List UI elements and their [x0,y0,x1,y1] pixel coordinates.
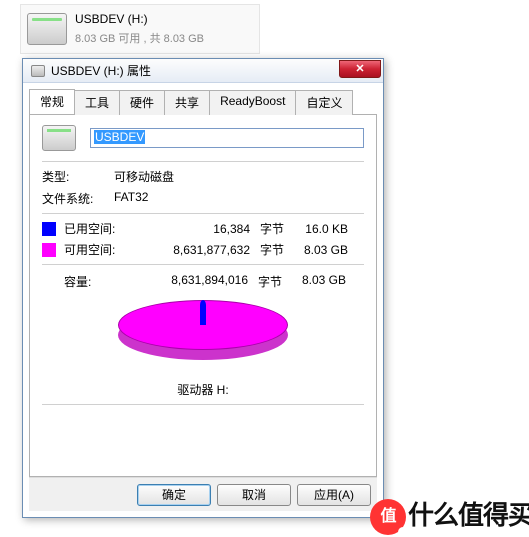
watermark-badge: 值 [370,499,406,535]
filesystem-label: 文件系统: [42,190,114,207]
tab-general[interactable]: 常规 [29,89,75,114]
cancel-button[interactable]: 取消 [217,484,291,506]
separator [42,264,364,265]
free-label: 可用空间: [64,241,130,258]
free-space-row: 可用空间: 8,631,877,632 字节 8.03 GB [42,241,364,258]
dialog-title: USBDEV (H:) 属性 [51,62,151,79]
type-label: 类型: [42,168,114,185]
drive-icon [42,125,76,151]
used-swatch [42,222,56,236]
tab-sharing[interactable]: 共享 [164,90,210,115]
bytes-unit: 字节 [250,241,284,258]
tab-readyboost[interactable]: ReadyBoost [209,90,296,115]
bytes-unit: 字节 [248,273,282,290]
tab-customize[interactable]: 自定义 [295,90,353,115]
watermark-text: 什么值得买 [408,500,529,530]
capacity-label: 容量: [42,273,128,290]
free-swatch [42,243,56,257]
tab-hardware[interactable]: 硬件 [119,90,165,115]
general-pane: USBDEV 类型: 可移动磁盘 文件系统: FAT32 已用空间: 16,38… [29,115,377,477]
drive-tile-text: USBDEV (H:) 8.03 GB 可用 , 共 8.03 GB [75,12,204,46]
drive-label: 驱动器 H: [42,381,364,398]
separator [42,404,364,405]
free-bytes: 8,631,877,632 [130,243,250,257]
drive-icon [31,65,45,77]
used-bytes: 16,384 [130,222,250,236]
separator [42,213,364,214]
filesystem-value: FAT32 [114,190,148,207]
dialog-button-bar: 确定 取消 应用(A) [29,477,377,511]
drive-tile[interactable]: USBDEV (H:) 8.03 GB 可用 , 共 8.03 GB [20,4,260,54]
free-size: 8.03 GB [284,243,348,257]
properties-dialog: USBDEV (H:) 属性 ✕ 常规 工具 硬件 共享 ReadyBoost … [22,58,384,518]
pie-chart: 驱动器 H: [42,300,364,398]
capacity-size: 8.03 GB [282,273,346,290]
used-label: 已用空间: [64,220,130,237]
capacity-row: 容量: 8,631,894,016 字节 8.03 GB [42,273,364,290]
volume-label-input[interactable]: USBDEV [90,128,364,148]
separator [42,161,364,162]
tab-strip: 常规 工具 硬件 共享 ReadyBoost 自定义 [29,89,377,115]
apply-button[interactable]: 应用(A) [297,484,371,506]
tab-tools[interactable]: 工具 [74,90,120,115]
capacity-bytes: 8,631,894,016 [128,273,248,290]
titlebar[interactable]: USBDEV (H:) 属性 ✕ [23,59,383,83]
used-size: 16.0 KB [284,222,348,236]
drive-tile-name: USBDEV (H:) [75,12,204,26]
type-value: 可移动磁盘 [114,168,174,185]
used-space-row: 已用空间: 16,384 字节 16.0 KB [42,220,364,237]
bytes-unit: 字节 [250,220,284,237]
close-button[interactable]: ✕ [339,60,381,78]
drive-tile-sub: 8.03 GB 可用 , 共 8.03 GB [75,30,204,46]
ok-button[interactable]: 确定 [137,484,211,506]
drive-icon [27,13,67,45]
